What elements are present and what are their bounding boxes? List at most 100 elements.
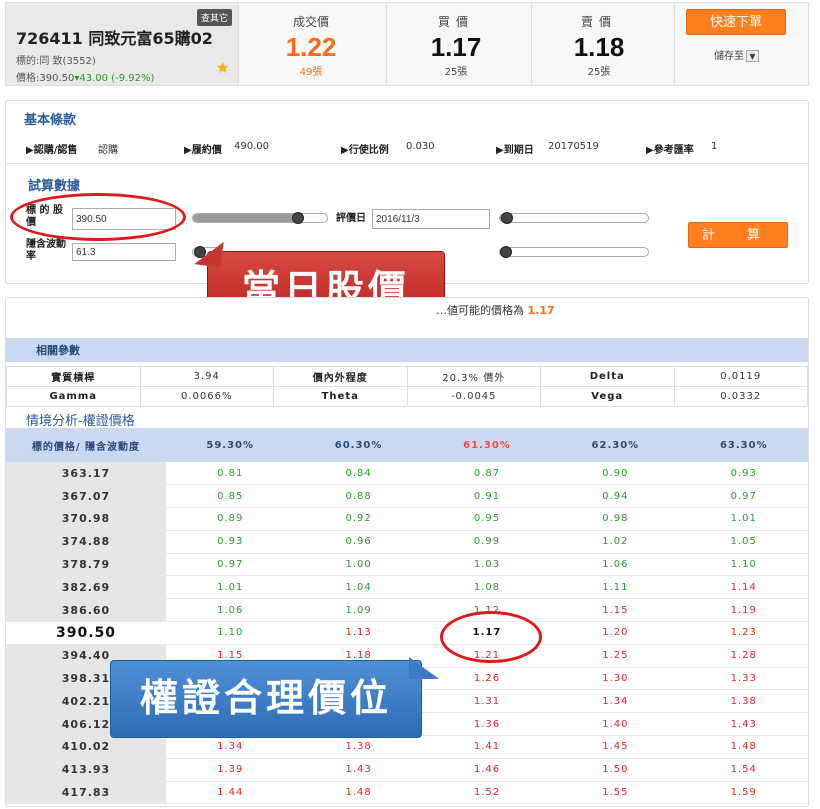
calc-section-title: 試算數據 [28,179,81,194]
stock-price-highlight-ellipse [10,193,186,241]
strike-value: 490.00 [234,141,269,152]
stock-price-slider[interactable] [192,213,328,223]
warrant-price-cell: 1.19 [679,598,808,623]
warrant-price-cell: 1.38 [679,689,808,714]
scenario-row: 410.02 1.34 1.38 1.41 1.45 1.48 [6,735,808,759]
underlying-price-cell: 413.93 [6,758,166,782]
warrant-price-cell: 1.25 [551,644,680,668]
vol-header: 62.30% [551,428,680,462]
warrant-price-cell: 0.89 [166,507,295,531]
stock-price-slider-handle[interactable] [292,212,305,224]
underlying-price-cell: 378.79 [6,553,166,577]
underlying-label: 標的:同 致(3552) [16,56,96,67]
eval-date-slider[interactable] [499,213,649,223]
warrant-price-cell: 1.30 [551,667,680,691]
warrant-price-cell: 1.46 [422,758,552,782]
type-value: 認購 [98,145,118,156]
warrant-price-cell: 0.81 [166,462,295,486]
warrant-price-cell: 1.10 [679,553,808,577]
save-to-control[interactable]: 儲存至 ▼ [714,47,759,62]
vol-header: 63.30% [679,428,808,462]
bid-price-value: 1.17 [430,32,482,62]
scenario-row: 386.60 1.06 1.09 1.12 1.15 1.19 [6,598,808,623]
favorite-star-icon[interactable]: ★ [216,58,230,77]
underlying-price-cell: 370.98 [6,507,166,531]
warrant-price-cell: 1.36 [422,712,552,737]
warrant-price-cell: 1.14 [679,575,808,600]
view-other-button[interactable]: 查其它 [196,9,232,26]
expiry-value: 20170519 [548,141,599,152]
result-value: 1.17 [527,304,555,317]
warrant-price-cell: 1.52 [422,781,552,805]
warrant-price-cell: 1.01 [166,575,295,600]
warrant-price-cell: 0.98 [551,507,680,531]
warrant-price-cell: 1.00 [294,553,423,577]
eval-date-slider-handle[interactable] [500,212,513,224]
save-to-label: 儲存至 [714,51,744,62]
warrant-price-cell: 1.26 [422,667,552,691]
vol-label: 隱含波動率 [26,239,66,262]
param-value: 3.94 [139,366,274,387]
scenario-header-label: 標的價格/ 隱含波動度 [6,428,166,462]
underlying-price-cell: 386.60 [6,598,166,623]
underlying-price-cell: 367.07 [6,484,166,509]
product-info: 查其它 726411 同致元富65購02 標的:同 致(3552) 價格:390… [6,3,238,85]
param-label: 價內外程度 [273,366,408,387]
calculate-button[interactable]: 計 算 [688,222,788,248]
param-value: 0.0332 [673,386,808,407]
fair-value-highlight-ellipse [440,611,542,663]
warrant-price-cell: 1.23 [679,621,808,645]
underlying-price-change: ▾43.00 (-9.92%) [74,73,155,84]
warrant-price-cell: 1.05 [679,530,808,554]
warrant-price-cell: 1.04 [294,575,423,600]
param-value: 0.0119 [673,366,808,387]
scenario-row: 363.17 0.81 0.84 0.87 0.90 0.93 [6,462,808,486]
params-section-title: 相關參數 [36,344,80,357]
warrant-price-cell: 0.88 [294,484,423,509]
divider [6,163,808,164]
terms-section-title: 基本條款 [24,113,77,128]
warrant-price-cell: 0.97 [679,484,808,509]
warrant-price-cell: 1.50 [551,758,680,782]
warrant-price-cell: 1.39 [166,758,295,782]
scenario-table: 標的價格/ 隱含波動度 59.30% 60.30% 61.30% 62.30% 63.30… [6,428,808,805]
scenario-header-row: 標的價格/ 隱含波動度 59.30% 60.30% 61.30% 62.30% 63.30… [6,428,808,462]
warrant-price-cell: 0.90 [551,462,680,486]
warrant-price-cell: 0.85 [166,484,295,509]
ratio-label: ▶行使比例 [341,145,389,156]
param-value: 20.3% 價外 [406,366,541,387]
vol-input[interactable] [72,243,176,261]
trade-price-value: 1.22 [285,32,337,62]
type-label: ▶認購/認售 [26,145,78,156]
warrant-price-cell: 0.95 [422,507,552,531]
ask-price-label: 賣價 [580,15,617,29]
ask-price-value: 1.18 [573,32,625,62]
ask-volume: 25張 [587,67,611,78]
scenario-row: 417.83 1.44 1.48 1.52 1.55 1.59 [6,781,808,805]
warrant-price-cell: 1.08 [422,575,552,600]
vol-slider-right[interactable] [499,247,649,257]
eval-date-label: 評價日 [336,213,366,224]
warrant-price-cell: 1.43 [294,758,423,782]
warrant-price-cell: 1.06 [166,598,295,623]
vol-slider-right-handle[interactable] [500,246,512,258]
param-label: Theta [273,386,408,407]
warrant-price-cell: 0.93 [679,462,808,486]
fast-order-button[interactable]: 快速下單 [686,9,786,35]
underlying-price-cell: 390.50 [6,621,166,645]
warrant-price-cell: 1.10 [166,621,295,645]
ref-rate-label: ▶參考匯率 [646,145,694,156]
result-line: …値可能的價格為 1.17 [436,302,555,318]
vol-header: 59.30% [166,428,295,462]
bid-price-block: 買價 1.17 25張 [391,3,521,85]
underlying-price-value: 價格:390.50 [16,73,75,84]
warrant-price-cell: 0.96 [294,530,423,554]
eval-date-input[interactable] [372,209,490,229]
warrant-price-cell: 1.38 [294,735,423,759]
chevron-down-icon[interactable]: ▼ [746,50,759,62]
divider [238,3,239,85]
warrant-price-cell: 1.44 [166,781,295,805]
warrant-price-cell: 0.91 [422,484,552,509]
ask-price-block: 賣價 1.18 25張 [534,3,664,85]
warrant-price-cell: 1.28 [679,644,808,668]
